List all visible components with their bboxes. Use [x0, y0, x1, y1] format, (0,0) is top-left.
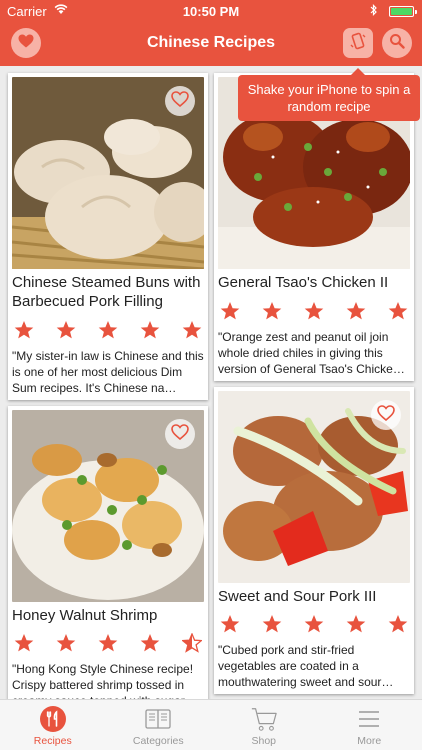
star-full-icon — [304, 301, 324, 321]
star-rating — [12, 632, 204, 655]
tab-categories[interactable]: Categories — [106, 700, 212, 750]
recipe-name: Honey Walnut Shrimp — [12, 607, 158, 624]
search-button[interactable] — [382, 28, 412, 58]
star-full-icon — [140, 633, 160, 653]
bluetooth-icon — [370, 4, 378, 19]
star-full-icon — [14, 320, 34, 340]
nav-bar: Chinese Recipes — [0, 22, 422, 66]
recipe-name: General Tsao's Chicken II — [218, 274, 389, 291]
phone-shake-icon — [349, 32, 367, 55]
status-time: 10:50 PM — [182, 4, 240, 19]
star-full-icon — [98, 320, 118, 340]
menu-icon — [355, 705, 383, 733]
recipe-description: "Orange zest and peanut oil join whole d… — [218, 330, 405, 376]
star-half-icon — [181, 632, 203, 653]
star-full-icon — [262, 301, 282, 321]
star-full-icon — [182, 320, 202, 340]
recipe-name: Sweet and Sour Pork III — [218, 588, 377, 605]
recipe-card[interactable]: Honey Walnut Shrimp "Hong Kong Style Chi… — [8, 406, 208, 700]
favorite-toggle[interactable] — [165, 419, 195, 449]
star-full-icon — [220, 614, 240, 634]
recipe-description: "Hong Kong Style Chinese recipe! Crispy … — [12, 662, 201, 699]
heart-outline-icon — [171, 90, 189, 112]
star-full-icon — [346, 301, 366, 321]
star-rating — [218, 614, 410, 636]
recipe-card[interactable]: Chinese Steamed Buns with Barbecued Pork… — [8, 73, 208, 400]
star-rating — [218, 301, 410, 323]
star-full-icon — [388, 301, 408, 321]
recipe-description: "Cubed pork and stir-fried vegetables ar… — [218, 643, 394, 689]
recipe-name: Chinese Steamed Buns with Barbecued Pork… — [12, 274, 201, 310]
battery-icon — [389, 6, 417, 17]
random-recipe-button[interactable] — [343, 28, 373, 58]
heart-outline-icon — [377, 404, 395, 426]
star-full-icon — [262, 614, 282, 634]
star-full-icon — [388, 614, 408, 634]
tab-label: More — [357, 735, 382, 747]
cart-icon — [250, 705, 278, 733]
star-full-icon — [346, 614, 366, 634]
star-rating — [12, 320, 204, 342]
status-bar: Carrier 10:50 PM — [0, 0, 422, 22]
recipe-card[interactable]: Sweet and Sour Pork III "Cubed pork and … — [214, 387, 414, 694]
tab-more[interactable]: More — [317, 700, 422, 750]
star-full-icon — [140, 320, 160, 340]
recipe-description: "My sister-in law is Chinese and this is… — [12, 349, 204, 395]
tab-label: Shop — [251, 735, 277, 747]
tab-bar: Recipes Categories Shop More — [0, 699, 422, 750]
tab-shop[interactable]: Shop — [211, 700, 317, 750]
tab-recipes[interactable]: Recipes — [0, 700, 106, 750]
star-full-icon — [56, 633, 76, 653]
search-icon — [389, 33, 405, 54]
star-full-icon — [56, 320, 76, 340]
star-full-icon — [98, 633, 118, 653]
fork-knife-icon — [39, 705, 67, 733]
tab-label: Categories — [132, 735, 184, 747]
star-full-icon — [220, 301, 240, 321]
book-icon — [144, 705, 172, 733]
star-full-icon — [14, 633, 34, 653]
favorite-toggle[interactable] — [371, 400, 401, 430]
tab-label: Recipes — [33, 735, 72, 747]
shake-tooltip[interactable]: Shake your iPhone to spin a random recip… — [238, 68, 420, 121]
heart-outline-icon — [171, 423, 189, 445]
star-full-icon — [304, 614, 324, 634]
favorite-toggle[interactable] — [165, 86, 195, 116]
